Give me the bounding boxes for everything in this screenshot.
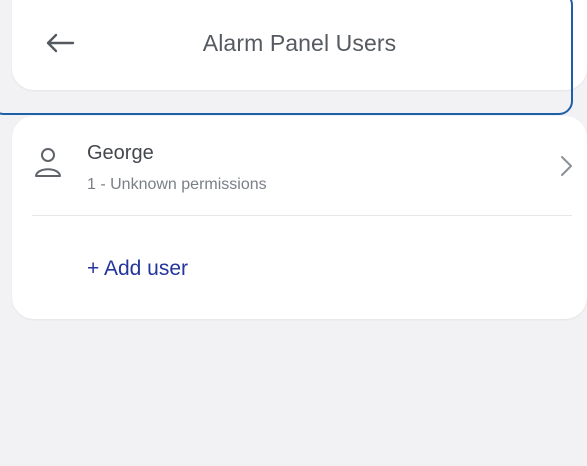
row-divider (32, 215, 572, 216)
app-screen: Alarm Panel Users George 1 - Unknown per… (0, 0, 587, 466)
user-name: George (87, 142, 154, 164)
chevron-right-icon (561, 156, 572, 176)
user-permissions: 1 - Unknown permissions (87, 176, 267, 193)
person-icon (35, 148, 61, 177)
selected-user-outline[interactable] (0, 0, 573, 115)
user-row-george[interactable] (0, 0, 587, 115)
add-user-button[interactable]: + Add user (87, 257, 188, 281)
